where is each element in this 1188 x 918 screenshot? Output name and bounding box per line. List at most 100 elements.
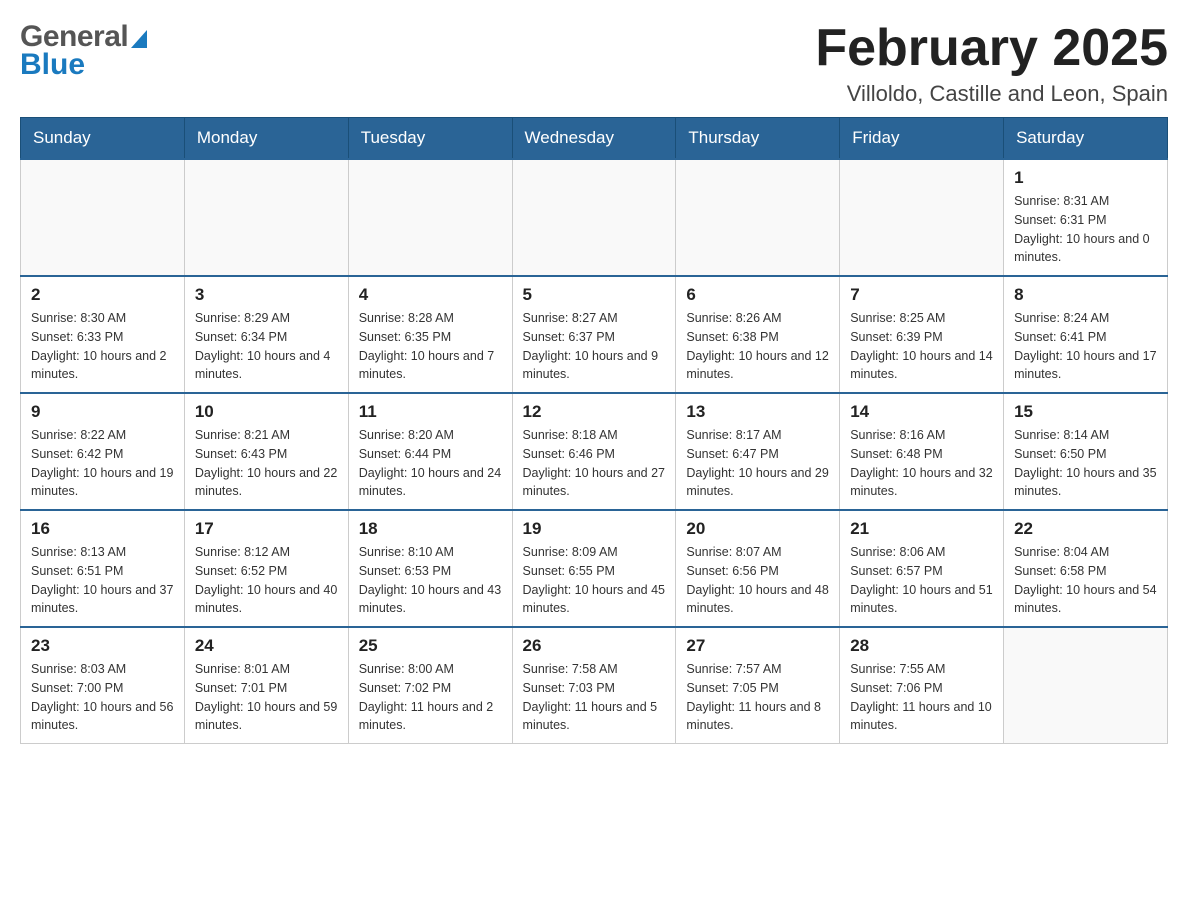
- table-row: 8Sunrise: 8:24 AMSunset: 6:41 PMDaylight…: [1004, 276, 1168, 393]
- sunrise-text: Sunrise: 8:13 AM: [31, 543, 174, 562]
- day-info: Sunrise: 8:13 AMSunset: 6:51 PMDaylight:…: [31, 543, 174, 618]
- day-info: Sunrise: 8:18 AMSunset: 6:46 PMDaylight:…: [523, 426, 666, 501]
- day-info: Sunrise: 7:58 AMSunset: 7:03 PMDaylight:…: [523, 660, 666, 735]
- table-row: [21, 159, 185, 276]
- day-info: Sunrise: 8:10 AMSunset: 6:53 PMDaylight:…: [359, 543, 502, 618]
- sunset-text: Sunset: 7:02 PM: [359, 679, 502, 698]
- sunset-text: Sunset: 6:33 PM: [31, 328, 174, 347]
- table-row: 21Sunrise: 8:06 AMSunset: 6:57 PMDayligh…: [840, 510, 1004, 627]
- daylight-text: Daylight: 10 hours and 32 minutes.: [850, 464, 993, 502]
- sunset-text: Sunset: 6:53 PM: [359, 562, 502, 581]
- daylight-text: Daylight: 10 hours and 56 minutes.: [31, 698, 174, 736]
- day-info: Sunrise: 8:12 AMSunset: 6:52 PMDaylight:…: [195, 543, 338, 618]
- day-number: 16: [31, 519, 174, 539]
- daylight-text: Daylight: 10 hours and 12 minutes.: [686, 347, 829, 385]
- sunset-text: Sunset: 6:42 PM: [31, 445, 174, 464]
- sunset-text: Sunset: 6:58 PM: [1014, 562, 1157, 581]
- sunrise-text: Sunrise: 8:28 AM: [359, 309, 502, 328]
- daylight-text: Daylight: 10 hours and 29 minutes.: [686, 464, 829, 502]
- day-number: 27: [686, 636, 829, 656]
- day-number: 13: [686, 402, 829, 422]
- sunrise-text: Sunrise: 8:27 AM: [523, 309, 666, 328]
- day-number: 21: [850, 519, 993, 539]
- daylight-text: Daylight: 10 hours and 22 minutes.: [195, 464, 338, 502]
- table-row: 17Sunrise: 8:12 AMSunset: 6:52 PMDayligh…: [184, 510, 348, 627]
- table-row: 16 Sunrise: 8:13 AMSunset: 6:51 PMDayligh…: [21, 510, 185, 627]
- table-row: 10Sunrise: 8:21 AMSunset: 6:43 PMDayligh…: [184, 393, 348, 510]
- logo: General Blue: [20, 20, 147, 82]
- day-number: 20: [686, 519, 829, 539]
- day-number: 23: [31, 636, 174, 656]
- sunrise-text: Sunrise: 8:16 AM: [850, 426, 993, 445]
- page-header: General Blue February 2025 Villoldo, Cas…: [20, 20, 1168, 107]
- table-row: 1Sunrise: 8:31 AMSunset: 6:31 PMDaylight…: [1004, 159, 1168, 276]
- day-number: 24: [195, 636, 338, 656]
- daylight-text: Daylight: 10 hours and 2 minutes.: [31, 347, 174, 385]
- daylight-text: Daylight: 11 hours and 2 minutes.: [359, 698, 502, 736]
- day-number: 11: [359, 402, 502, 422]
- daylight-text: Daylight: 10 hours and 48 minutes.: [686, 581, 829, 619]
- calendar-week-row: 2Sunrise: 8:30 AMSunset: 6:33 PMDaylight…: [21, 276, 1168, 393]
- sunrise-text: Sunrise: 8:04 AM: [1014, 543, 1157, 562]
- day-info: Sunrise: 8:21 AMSunset: 6:43 PMDaylight:…: [195, 426, 338, 501]
- daylight-text: Daylight: 10 hours and 45 minutes.: [523, 581, 666, 619]
- sunset-text: Sunset: 6:35 PM: [359, 328, 502, 347]
- day-info: Sunrise: 8:22 AMSunset: 6:42 PMDaylight:…: [31, 426, 174, 501]
- table-row: [348, 159, 512, 276]
- daylight-text: Daylight: 10 hours and 43 minutes.: [359, 581, 502, 619]
- daylight-text: Daylight: 10 hours and 7 minutes.: [359, 347, 502, 385]
- day-number: 25: [359, 636, 502, 656]
- sunset-text: Sunset: 7:03 PM: [523, 679, 666, 698]
- sunrise-text: Sunrise: 8:21 AM: [195, 426, 338, 445]
- header-sunday: Sunday: [21, 118, 185, 160]
- sunset-text: Sunset: 6:51 PM: [31, 562, 174, 581]
- day-info: Sunrise: 8:01 AMSunset: 7:01 PMDaylight:…: [195, 660, 338, 735]
- table-row: 3Sunrise: 8:29 AMSunset: 6:34 PMDaylight…: [184, 276, 348, 393]
- table-row: 28Sunrise: 7:55 AMSunset: 7:06 PMDayligh…: [840, 627, 1004, 744]
- sunrise-text: Sunrise: 8:18 AM: [523, 426, 666, 445]
- daylight-text: Daylight: 11 hours and 5 minutes.: [523, 698, 666, 736]
- day-number: 5: [523, 285, 666, 305]
- table-row: 26Sunrise: 7:58 AMSunset: 7:03 PMDayligh…: [512, 627, 676, 744]
- day-info: Sunrise: 8:04 AMSunset: 6:58 PMDaylight:…: [1014, 543, 1157, 618]
- day-info: Sunrise: 8:00 AMSunset: 7:02 PMDaylight:…: [359, 660, 502, 735]
- daylight-text: Daylight: 10 hours and 27 minutes.: [523, 464, 666, 502]
- table-row: 20 Sunrise: 8:07 AMSunset: 6:56 PMDayligh…: [676, 510, 840, 627]
- sunrise-text: Sunrise: 8:20 AM: [359, 426, 502, 445]
- day-number: 14: [850, 402, 993, 422]
- day-number: 2: [31, 285, 174, 305]
- sunset-text: Sunset: 6:37 PM: [523, 328, 666, 347]
- table-row: 9Sunrise: 8:22 AMSunset: 6:42 PMDaylight…: [21, 393, 185, 510]
- sunrise-text: Sunrise: 7:57 AM: [686, 660, 829, 679]
- table-row: 27Sunrise: 7:57 AMSunset: 7:05 PMDayligh…: [676, 627, 840, 744]
- day-info: Sunrise: 8:24 AMSunset: 6:41 PMDaylight:…: [1014, 309, 1157, 384]
- sunset-text: Sunset: 6:50 PM: [1014, 445, 1157, 464]
- table-row: [512, 159, 676, 276]
- daylight-text: Daylight: 10 hours and 9 minutes.: [523, 347, 666, 385]
- table-row: 12Sunrise: 8:18 AMSunset: 6:46 PMDayligh…: [512, 393, 676, 510]
- header-monday: Monday: [184, 118, 348, 160]
- sunrise-text: Sunrise: 8:29 AM: [195, 309, 338, 328]
- sunset-text: Sunset: 6:56 PM: [686, 562, 829, 581]
- sunrise-text: Sunrise: 8:07 AM: [686, 543, 829, 562]
- sunrise-text: Sunrise: 8:30 AM: [31, 309, 174, 328]
- daylight-text: Daylight: 10 hours and 37 minutes.: [31, 581, 174, 619]
- day-info: Sunrise: 7:55 AMSunset: 7:06 PMDaylight:…: [850, 660, 993, 735]
- sunset-text: Sunset: 7:00 PM: [31, 679, 174, 698]
- daylight-text: Daylight: 10 hours and 0 minutes.: [1014, 230, 1157, 268]
- sunrise-text: Sunrise: 8:22 AM: [31, 426, 174, 445]
- day-info: Sunrise: 8:30 AMSunset: 6:33 PMDaylight:…: [31, 309, 174, 384]
- sunset-text: Sunset: 6:31 PM: [1014, 211, 1157, 230]
- day-info: Sunrise: 8:28 AMSunset: 6:35 PMDaylight:…: [359, 309, 502, 384]
- sunset-text: Sunset: 6:46 PM: [523, 445, 666, 464]
- table-row: 2 Sunrise: 8:30 AMSunset: 6:33 PMDaylight…: [21, 276, 185, 393]
- table-row: 11Sunrise: 8:20 AMSunset: 6:44 PMDayligh…: [348, 393, 512, 510]
- table-row: 4Sunrise: 8:28 AMSunset: 6:35 PMDaylight…: [348, 276, 512, 393]
- calendar-table: Sunday Monday Tuesday Wednesday Thursday…: [20, 117, 1168, 744]
- table-row: 5 Sunrise: 8:27 AMSunset: 6:37 PMDaylight…: [512, 276, 676, 393]
- sunrise-text: Sunrise: 8:01 AM: [195, 660, 338, 679]
- sunset-text: Sunset: 6:47 PM: [686, 445, 829, 464]
- calendar-header-row: Sunday Monday Tuesday Wednesday Thursday…: [21, 118, 1168, 160]
- table-row: 22Sunrise: 8:04 AMSunset: 6:58 PMDayligh…: [1004, 510, 1168, 627]
- daylight-text: Daylight: 10 hours and 35 minutes.: [1014, 464, 1157, 502]
